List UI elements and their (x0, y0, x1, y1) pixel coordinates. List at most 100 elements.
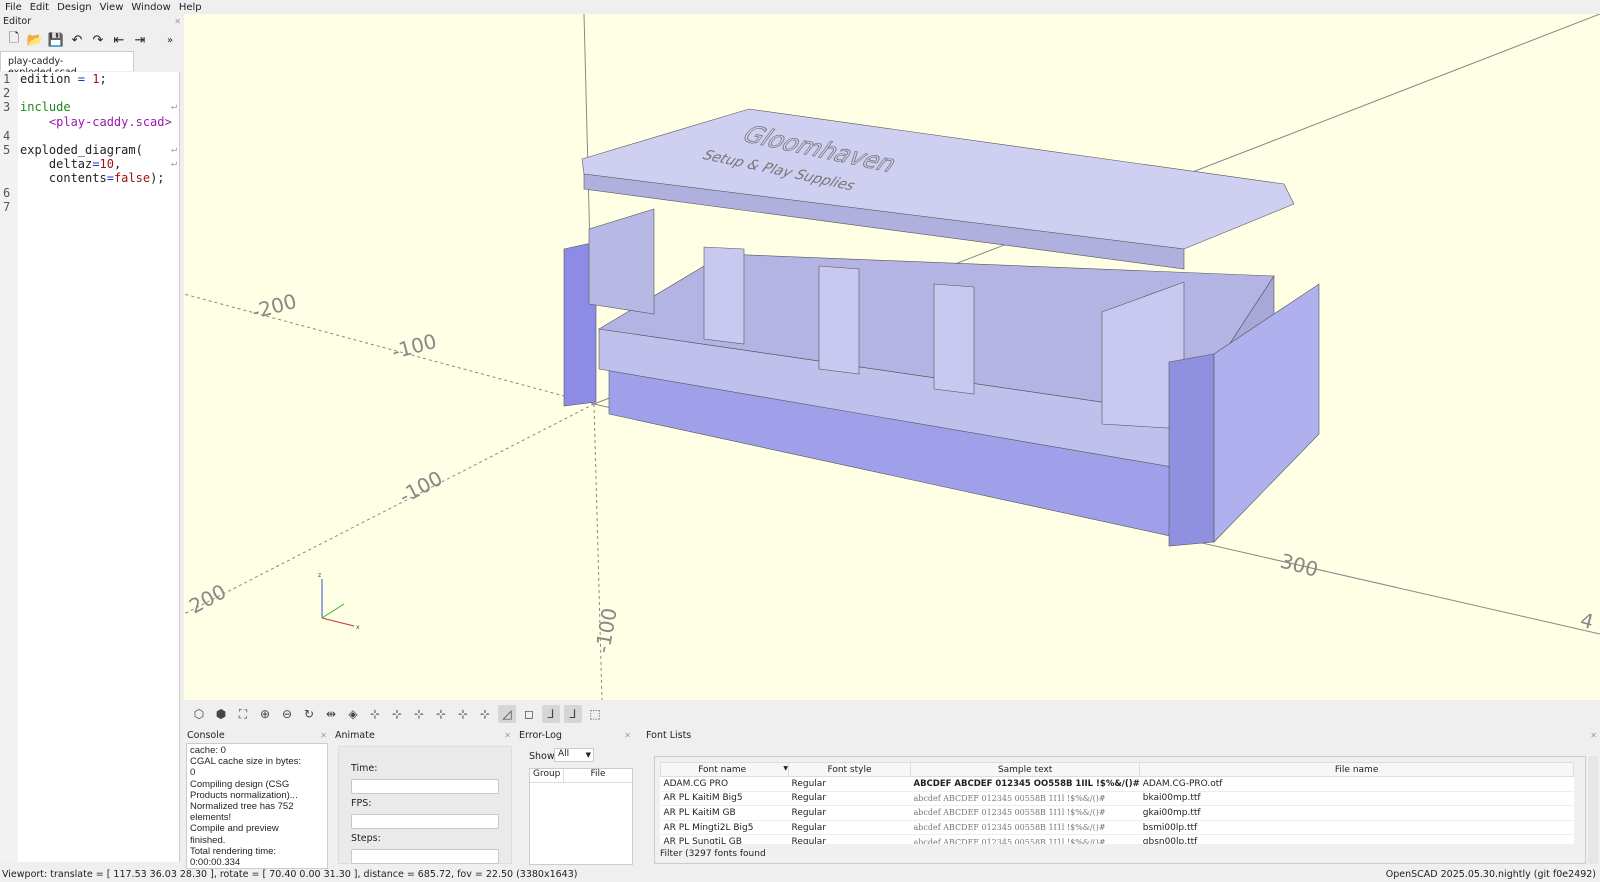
view-back-icon[interactable]: ⊹ (432, 705, 450, 723)
divider (818, 265, 860, 375)
table-row[interactable]: AR PL Mingti2L Big5 Regular abcdef ABCDEF … (660, 820, 1574, 836)
console-title: Console (187, 730, 225, 741)
show-select[interactable]: All ▼ (554, 748, 594, 762)
preview-icon[interactable]: ⬡ (190, 705, 208, 723)
open-file-icon[interactable]: 📂 (27, 32, 43, 48)
menu-edit[interactable]: Edit (30, 2, 49, 13)
axis-x-neg (184, 293, 595, 405)
time-input[interactable] (351, 779, 499, 794)
box-wall (588, 208, 655, 315)
orthogonal-icon[interactable]: ◻ (520, 705, 538, 723)
axes-gizmo: z x (318, 572, 360, 631)
view-front-icon[interactable]: ⊹ (410, 705, 428, 723)
column-file-name[interactable]: File name (1139, 762, 1574, 777)
show-axes-icon[interactable]: ⅃ (542, 705, 560, 723)
close-icon[interactable]: ✕ (624, 731, 631, 740)
column-group[interactable]: Group (530, 769, 564, 782)
viewport-status: Viewport: translate = [ 117.53 36.03 28.… (2, 869, 578, 880)
axis-z-neg (593, 403, 603, 700)
column-font-name[interactable]: Font name ▼ (660, 762, 789, 777)
save-icon[interactable]: 💾 (48, 32, 64, 48)
close-icon[interactable]: ✕ (320, 731, 327, 740)
axis-label: -100 (395, 466, 446, 509)
viewport-toolbar: ⬡ ⬢ ⛶ ⊕ ⊖ ↻ ⇹ ◈ ⊹ ⊹ ⊹ ⊹ ⊹ ⊹ ◿ ◻ ⅃ ⅃ ⬚ (184, 702, 1600, 726)
menu-help[interactable]: Help (179, 2, 202, 13)
view-diagonal-icon[interactable]: ⇹ (322, 705, 340, 723)
scrollbar[interactable] (1588, 756, 1598, 864)
code-text: edition = 1; include <play-caddy.scad> e… (20, 72, 172, 186)
zoom-in-icon[interactable]: ⊕ (256, 705, 274, 723)
view-center-icon[interactable]: ◈ (344, 705, 362, 723)
axis-label: -200 (249, 289, 299, 324)
more-icon[interactable]: » (162, 32, 178, 48)
view-bottom-icon[interactable]: ⊹ (476, 705, 494, 723)
view-top-icon[interactable]: ⊹ (454, 705, 472, 723)
tab-file[interactable]: play-caddy-exploded.scad (0, 51, 134, 78)
undo-icon[interactable]: ↶ (69, 32, 85, 48)
error-log-title: Error-Log (519, 730, 562, 741)
font-table-frame: Font name ▼ Font style Sample text File nam… (654, 756, 1586, 864)
axis-label: -100 (389, 329, 439, 364)
console-output[interactable]: cache: 0 CGAL cache size in bytes: 0 Compil… (186, 743, 328, 869)
table-row[interactable]: AR PL SungtiL GB Regular abcdef ABCDEF 012… (660, 834, 1574, 844)
column-font-style[interactable]: Font style (788, 762, 911, 777)
scale-markers-icon[interactable]: ⅃ (564, 705, 582, 723)
menu-design[interactable]: Design (57, 2, 92, 13)
steps-label: Steps: (351, 833, 381, 844)
zoom-out-icon[interactable]: ⊖ (278, 705, 296, 723)
font-table[interactable]: Font name ▼ Font style Sample text File nam… (660, 762, 1574, 844)
3d-viewport[interactable]: 100 -200 -100 200 -100 -100 300 4 Gloomh… (184, 14, 1600, 700)
perspective-icon[interactable]: ◿ (498, 705, 516, 723)
render-icon[interactable]: ⬢ (212, 705, 230, 723)
table-row[interactable]: AR PL KaitiM Big5 Regular abcdef ABCDEF 01… (660, 791, 1574, 807)
font-list-title: Font Lists (646, 730, 692, 741)
view-left-icon[interactable]: ⊹ (388, 705, 406, 723)
column-sample-text[interactable]: Sample text (909, 762, 1141, 777)
reset-view-icon[interactable]: ↻ (300, 705, 318, 723)
view-all-icon[interactable]: ⛶ (234, 705, 252, 723)
model: Gloomhaven Setup & Play Supplies (563, 108, 1320, 547)
wrap-icon: ↵ (170, 101, 177, 112)
unindent-icon[interactable]: ⇤ (111, 32, 127, 48)
menu-window[interactable]: Window (131, 2, 170, 13)
wrap-icon: ↵ (170, 158, 177, 169)
view-right-icon[interactable]: ⊹ (366, 705, 384, 723)
editor-toolbar: 🗋 📂 💾 ↶ ↷ ⇤ ⇥ » (0, 29, 184, 51)
scene: 100 -200 -100 200 -100 -100 300 4 Gloomh… (184, 14, 1600, 700)
steps-input[interactable] (351, 849, 499, 864)
new-file-icon[interactable]: 🗋 (6, 31, 22, 48)
console-dock: Console ✕ cache: 0 CGAL cache size in byte… (184, 728, 330, 869)
time-label: Time: (351, 763, 378, 774)
redo-icon[interactable]: ↷ (90, 32, 106, 48)
font-list-dock: Font Lists ✕ Font name ▼ Font style Sample … (636, 728, 1600, 864)
menu-file[interactable]: File (5, 2, 22, 13)
menu-view[interactable]: View (100, 2, 124, 13)
divider (703, 246, 745, 345)
show-edges-icon[interactable]: ⬚ (586, 705, 604, 723)
wrap-icon: ↵ (170, 144, 177, 155)
animate-dock: Animate ✕ Time: FPS: Steps: (332, 728, 514, 864)
fps-label: FPS: (351, 798, 372, 809)
column-file[interactable]: File (564, 769, 632, 782)
animate-form: Time: FPS: Steps: (338, 746, 512, 864)
axis-label: 4 (1578, 608, 1597, 634)
error-log-table[interactable]: Group File (529, 768, 633, 865)
close-icon[interactable]: ✕ (1590, 731, 1597, 740)
editor-title: Editor (3, 16, 32, 27)
right-bracket (1168, 353, 1215, 547)
close-icon[interactable]: ✕ (504, 731, 511, 740)
divider (933, 283, 975, 395)
close-icon[interactable]: ✕ (174, 17, 181, 26)
filter-label: Filter (3297 fonts found (660, 849, 766, 859)
axis-label: -100 (590, 606, 622, 655)
fps-input[interactable] (351, 814, 499, 829)
table-row[interactable]: ADAM.CG PRO Regular ABCDEF ABCDEF 012345 O… (660, 776, 1574, 792)
svg-text:x: x (356, 624, 360, 631)
error-log-dock: Error-Log ✕ Show All ▼ Group File (516, 728, 634, 865)
status-bar: Viewport: translate = [ 117.53 36.03 28.… (0, 867, 1600, 882)
table-row[interactable]: AR PL KaitiM GB Regular abcdef ABCDEF 0123… (660, 805, 1574, 821)
show-label: Show (529, 751, 555, 762)
line-numbers: 123 45 67 (0, 72, 18, 862)
indent-icon[interactable]: ⇥ (132, 32, 148, 48)
code-editor[interactable]: 123 45 67 edition = 1; include <play-cad… (0, 72, 180, 862)
